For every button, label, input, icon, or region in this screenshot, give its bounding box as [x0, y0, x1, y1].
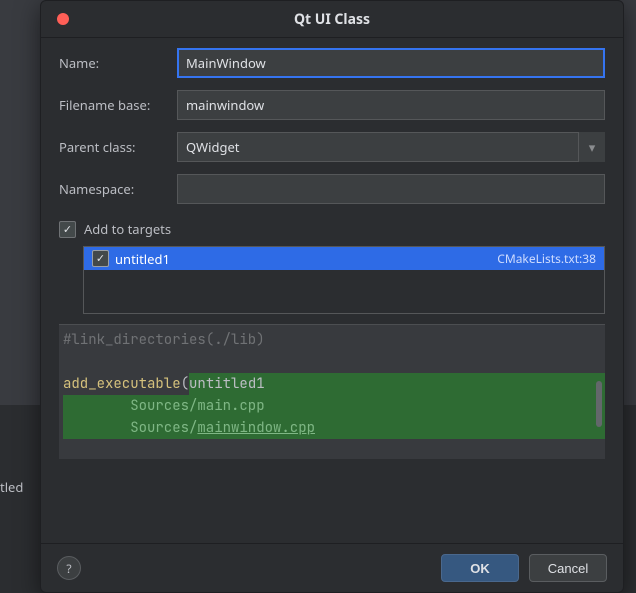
dialog-title: Qt UI Class — [41, 10, 623, 29]
dialog-content: Name: Filename base: Parent class: ▾ Nam… — [41, 38, 623, 543]
preview-line-4: Sources/main.cpp — [63, 395, 265, 417]
ok-button[interactable]: OK — [441, 554, 519, 582]
add-to-targets-label: Add to targets — [84, 220, 171, 238]
namespace-input[interactable] — [177, 174, 605, 204]
target-name: untitled1 — [115, 250, 170, 268]
parent-class-label: Parent class: — [59, 138, 177, 156]
cmake-preview: #link_directories(./lib) add_executable(… — [59, 324, 605, 459]
target-checkbox[interactable] — [92, 250, 109, 267]
preview-scrollbar[interactable] — [596, 381, 602, 427]
filename-input[interactable] — [177, 90, 605, 120]
add-to-targets-checkbox[interactable] — [59, 221, 76, 238]
help-icon: ? — [66, 560, 71, 577]
targets-list[interactable]: untitled1 CMakeLists.txt:38 — [83, 246, 605, 314]
row-parent-class: Parent class: ▾ — [59, 132, 605, 162]
parent-class-value[interactable] — [177, 132, 605, 162]
row-filename: Filename base: — [59, 90, 605, 120]
parent-class-select[interactable]: ▾ — [177, 132, 605, 162]
preview-line-1: #link_directories(./lib) — [63, 331, 265, 349]
name-label: Name: — [59, 54, 177, 72]
row-namespace: Namespace: — [59, 174, 605, 204]
target-meta: CMakeLists.txt:38 — [497, 250, 596, 267]
target-row[interactable]: untitled1 CMakeLists.txt:38 — [84, 247, 604, 270]
backdrop-text: tled — [0, 478, 23, 496]
filename-label: Filename base: — [59, 96, 177, 114]
preview-line-5: Sources/mainwindow.cpp — [63, 417, 315, 439]
row-name: Name: — [59, 48, 605, 78]
close-icon[interactable] — [57, 13, 69, 25]
preview-line-3: add_executable(untitled1 — [63, 375, 605, 393]
add-to-targets-row[interactable]: Add to targets — [59, 220, 605, 238]
name-input[interactable] — [177, 48, 605, 78]
dialog-footer: ? OK Cancel — [41, 543, 623, 592]
help-button[interactable]: ? — [57, 556, 81, 580]
namespace-label: Namespace: — [59, 180, 177, 198]
qt-ui-class-dialog: Qt UI Class Name: Filename base: Parent … — [40, 0, 624, 593]
titlebar: Qt UI Class — [41, 1, 623, 38]
cancel-button[interactable]: Cancel — [529, 554, 607, 582]
